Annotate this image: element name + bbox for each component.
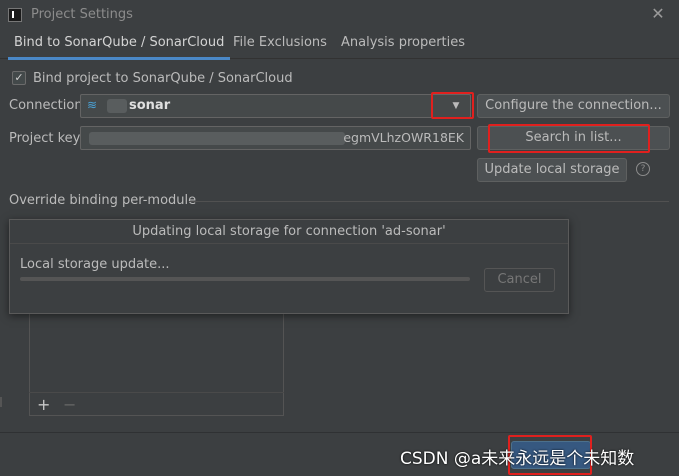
- redacted-area: [107, 99, 127, 113]
- project-key-field[interactable]: egmVLhzOWR18EK: [80, 126, 471, 150]
- close-icon[interactable]: ✕: [650, 5, 666, 23]
- help-icon[interactable]: ?: [636, 162, 650, 176]
- project-key-value: egmVLhzOWR18EK: [343, 130, 464, 145]
- redacted-area: [89, 132, 345, 145]
- progress-dialog: Updating local storage for connection 'a…: [9, 219, 569, 314]
- window-title: Project Settings: [31, 7, 133, 22]
- resize-handle: [0, 397, 2, 407]
- highlight-search: [488, 124, 650, 153]
- update-local-storage-button[interactable]: Update local storage: [477, 158, 627, 182]
- progress-title: Updating local storage for connection 'a…: [10, 220, 568, 244]
- tab-analysis-properties[interactable]: Analysis properties: [341, 35, 465, 59]
- connection-combo[interactable]: ≋ sonar: [80, 94, 471, 118]
- section-divider: [189, 201, 669, 202]
- watermark: CSDN @a未来永远是个未知数: [400, 449, 635, 469]
- remove-icon: −: [63, 395, 77, 414]
- add-icon[interactable]: +: [37, 395, 50, 414]
- bind-project-checkbox[interactable]: ✓: [12, 71, 26, 85]
- progress-bar: [20, 277, 470, 281]
- bind-project-label: Bind project to SonarQube / SonarCloud: [33, 71, 293, 86]
- tab-bar: Bind to SonarQube / SonarCloud File Excl…: [0, 30, 679, 60]
- connection-label: Connection:: [9, 98, 87, 113]
- tab-file-exclusions[interactable]: File Exclusions: [233, 35, 327, 59]
- highlight-dropdown: [431, 92, 474, 119]
- configure-connection-button[interactable]: Configure the connection...: [477, 94, 670, 118]
- cancel-button[interactable]: Cancel: [484, 268, 555, 292]
- progress-text: Local storage update...: [20, 257, 170, 272]
- connection-value: sonar: [129, 98, 171, 113]
- project-key-label: Project key:: [9, 131, 84, 146]
- footer-divider: [0, 432, 679, 433]
- override-section-label: Override binding per-module: [9, 193, 197, 208]
- tab-bind-sonar[interactable]: Bind to SonarQube / SonarCloud: [7, 35, 231, 60]
- intellij-app-icon: [8, 8, 22, 22]
